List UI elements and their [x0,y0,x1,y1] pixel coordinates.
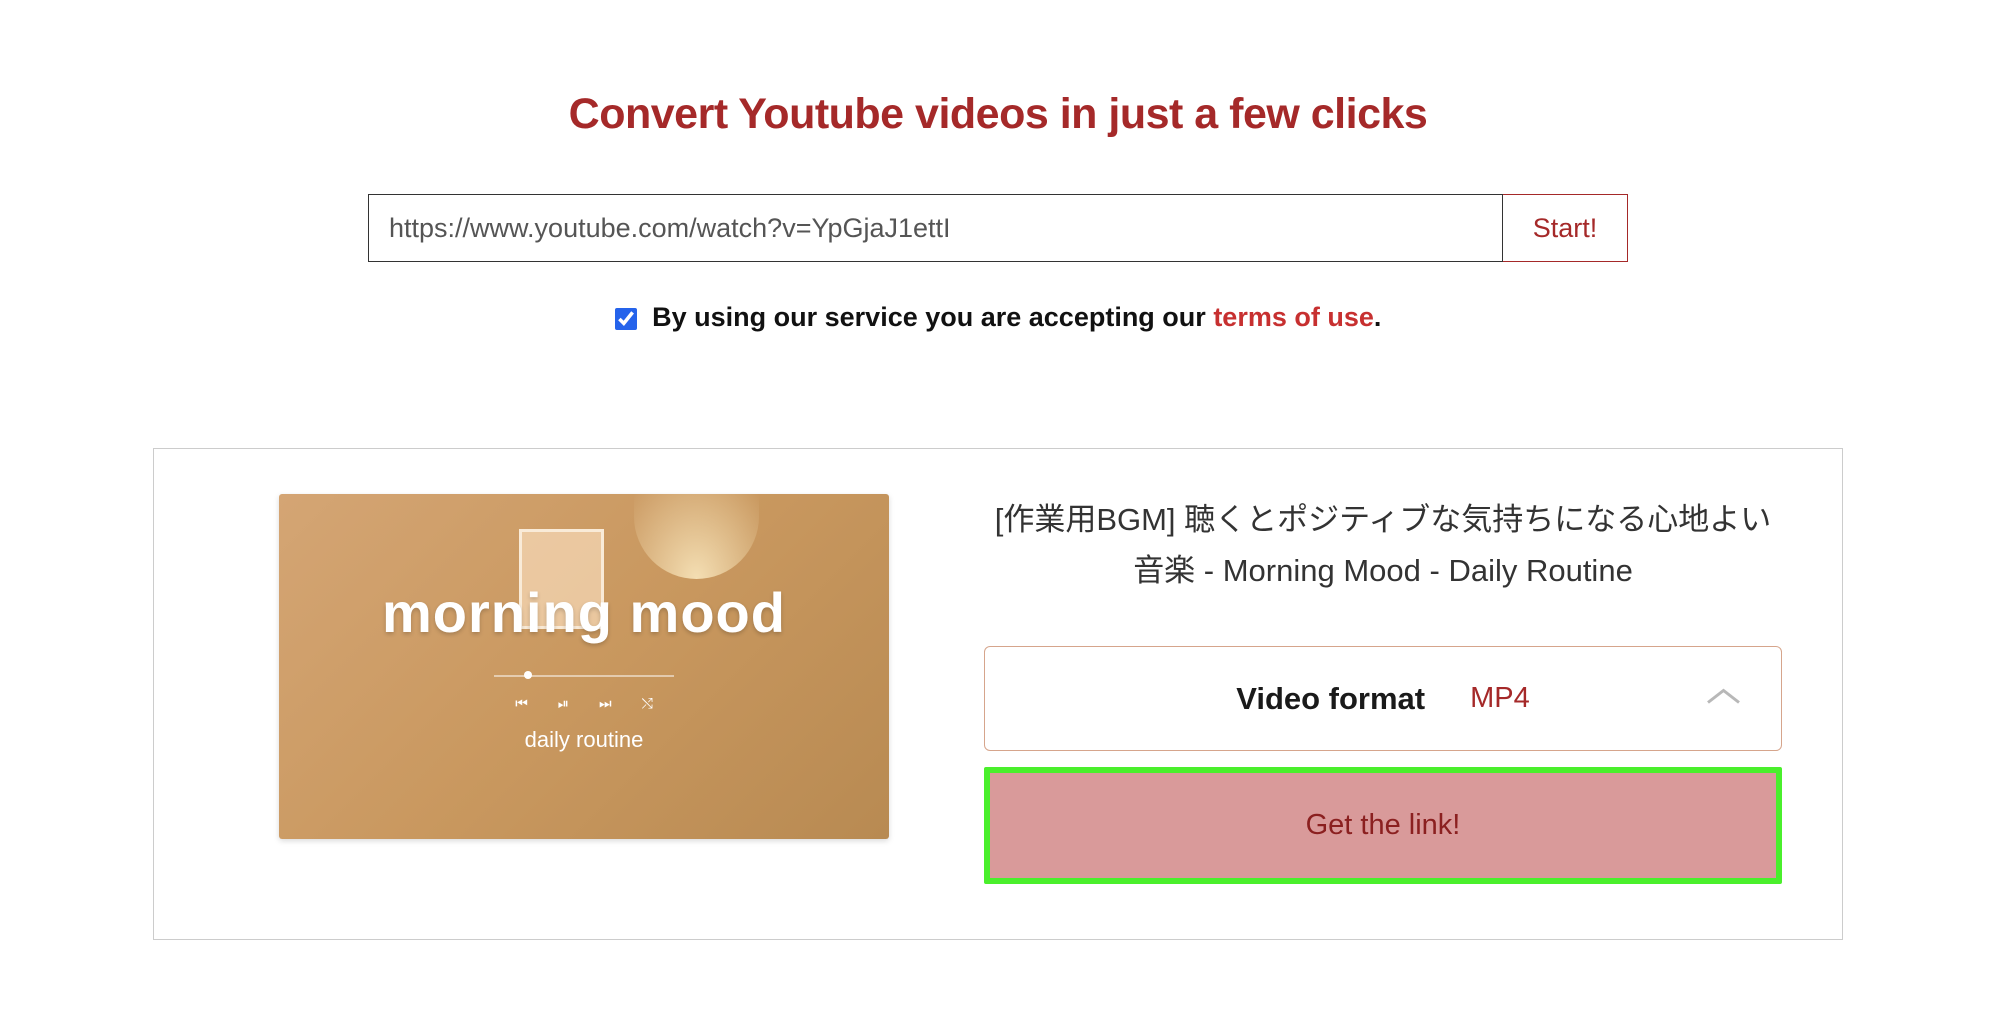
prev-icon: ⏮ [515,695,528,712]
terms-pre-text: By using our service you are accepting o… [652,302,1213,332]
get-link-highlight: Get the link! [984,767,1782,884]
thumb-overlay: morning mood ⏮ ⏯ ⏭ ⤭ daily routine [279,494,889,839]
result-card: morning mood ⏮ ⏯ ⏭ ⤭ daily routine [作業用B… [153,448,1843,940]
chevron-up-icon [1706,686,1741,711]
terms-row: By using our service you are accepting o… [148,302,1848,333]
format-label: Video format [1236,681,1425,717]
video-title: [作業用BGM] 聴くとポジティブな気持ちになる心地よい音楽 - Morning… [984,494,1782,596]
play-pause-icon: ⏯ [558,695,569,712]
url-input-row: Start! [368,194,1628,262]
terms-checkbox[interactable] [615,308,637,330]
thumb-subtitle: daily routine [525,727,644,753]
video-thumbnail: morning mood ⏮ ⏯ ⏭ ⤭ daily routine [279,494,889,839]
result-right-column: [作業用BGM] 聴くとポジティブな気持ちになる心地よい音楽 - Morning… [984,494,1782,884]
shuffle-icon: ⤭ [642,695,653,712]
url-input[interactable] [368,194,1503,262]
thumb-progress-bar [494,675,674,677]
terms-post-text: . [1374,302,1382,332]
thumb-controls: ⏮ ⏯ ⏭ ⤭ [515,695,653,712]
start-button[interactable]: Start! [1503,194,1628,262]
thumb-title: morning mood [382,580,786,645]
format-value: MP4 [1470,682,1530,715]
terms-link[interactable]: terms of use [1213,302,1374,332]
format-selector[interactable]: Video format MP4 [984,646,1782,751]
get-link-button[interactable]: Get the link! [990,773,1776,878]
next-icon: ⏭ [599,695,612,712]
page-heading: Convert Youtube videos in just a few cli… [148,90,1848,139]
